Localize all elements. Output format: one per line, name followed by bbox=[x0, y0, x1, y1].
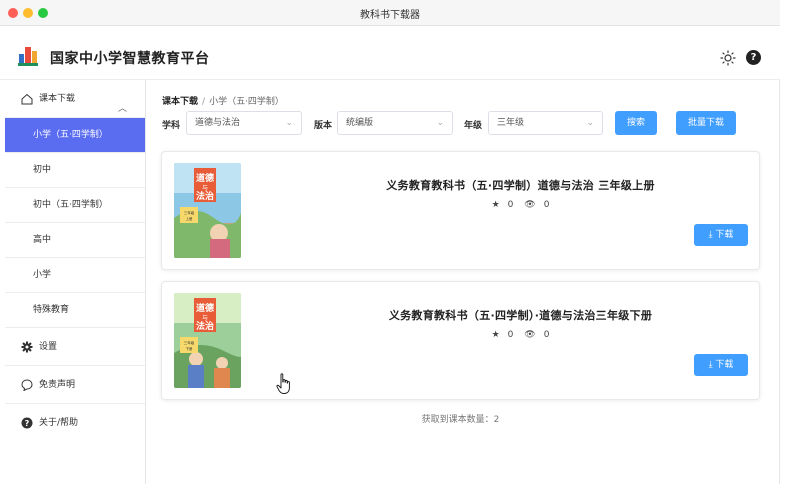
star-icon: ★ bbox=[491, 200, 500, 210]
svg-text:?: ? bbox=[25, 419, 30, 428]
download-label: 下载 bbox=[715, 230, 734, 240]
sidebar-item-label: 设置 bbox=[39, 342, 58, 352]
book-cover-image: 道德 与 法治 三年级 上册 bbox=[174, 163, 241, 258]
edition-select[interactable]: 统编版 ⌄ bbox=[337, 111, 453, 135]
question-circle-icon: ? bbox=[21, 417, 33, 429]
search-button[interactable]: 搜索 bbox=[615, 111, 657, 135]
book-title: 义务教育教科书（五·四学制）道德与法治 三年级上册 bbox=[386, 179, 655, 192]
subject-label: 学科 bbox=[162, 121, 181, 131]
cover-volume-text: 上册 bbox=[186, 216, 193, 221]
cover-title-text: 与 bbox=[202, 314, 208, 322]
cover-title-text: 法治 bbox=[196, 190, 214, 202]
view-count: 0 bbox=[543, 330, 550, 340]
help-icon[interactable]: ? bbox=[746, 50, 761, 65]
star-count: 0 bbox=[507, 200, 514, 210]
download-label: 下载 bbox=[715, 360, 734, 370]
breadcrumb: 课本下载 / 小学（五·四学制） bbox=[162, 94, 284, 107]
sidebar-item-label: 关于/帮助 bbox=[39, 418, 79, 428]
subject-select[interactable]: 道德与法治 ⌄ bbox=[186, 111, 302, 135]
hand-cursor-icon bbox=[276, 373, 290, 394]
sidebar-item-label: 小学（五·四学制） bbox=[33, 130, 108, 140]
book-stats: ★ 0 👁 0 bbox=[282, 330, 759, 340]
download-button[interactable]: ⤓ 下载 bbox=[694, 224, 748, 246]
title-bar: 教科书下载器 bbox=[0, 0, 780, 26]
logo-icon bbox=[18, 47, 38, 66]
sidebar-item-label: 初中 bbox=[33, 165, 52, 175]
app-title: 国家中小学智慧教育平台 bbox=[50, 51, 210, 67]
breadcrumb-separator: / bbox=[202, 97, 206, 107]
sidebar-item-label: 高中 bbox=[33, 235, 52, 245]
sidebar-item-about-help[interactable]: ? 关于/帮助 bbox=[5, 404, 145, 442]
cover-title-text: 与 bbox=[202, 184, 208, 192]
chevron-down-icon: ⌄ bbox=[586, 118, 594, 128]
grade-label: 年级 bbox=[464, 121, 483, 131]
cover-title-text: 法治 bbox=[196, 320, 214, 332]
sidebar-item-junior-54[interactable]: 初中（五·四学制） bbox=[5, 188, 145, 223]
grade-select-value: 三年级 bbox=[497, 118, 525, 128]
chevron-down-icon: ⌄ bbox=[436, 118, 444, 128]
star-count: 0 bbox=[507, 330, 514, 340]
breadcrumb-root[interactable]: 课本下载 bbox=[162, 97, 198, 107]
book-count-text: 获取到课本数量：2 bbox=[421, 415, 500, 425]
book-cover-image: 道德 与 法治 三年级 下册 bbox=[174, 293, 241, 388]
sidebar-item-disclaimer[interactable]: 免责声明 bbox=[5, 366, 145, 404]
cover-title-text: 道德 bbox=[196, 302, 214, 314]
batch-download-button[interactable]: 批量下载 bbox=[676, 111, 736, 135]
chat-bubble-icon bbox=[21, 379, 33, 391]
sidebar: 课本下载 ︿ 小学（五·四学制） 初中 初中（五·四学制） 高中 小学 特殊教育 bbox=[5, 80, 146, 484]
eye-icon: 👁 bbox=[524, 200, 536, 210]
sidebar-item-primary[interactable]: 小学 bbox=[5, 258, 145, 293]
gear-icon bbox=[21, 341, 33, 353]
download-button[interactable]: ⤓ 下载 bbox=[694, 354, 748, 376]
sidebar-item-label: 初中（五·四学制） bbox=[33, 200, 108, 210]
cover-grade-text: 三年级 bbox=[184, 340, 195, 345]
subject-select-value: 道德与法治 bbox=[195, 118, 241, 128]
sidebar-item-junior[interactable]: 初中 bbox=[5, 153, 145, 188]
sidebar-item-senior[interactable]: 高中 bbox=[5, 223, 145, 258]
sidebar-item-label: 特殊教育 bbox=[33, 305, 70, 315]
app-window: 教科书下载器 国家中小学智慧教育平台 ? 课本下载 ︿ 小学（五·四学制） 初中… bbox=[0, 0, 780, 484]
cover-volume-text: 下册 bbox=[186, 347, 193, 351]
view-count: 0 bbox=[543, 200, 550, 210]
breadcrumb-current: 小学（五·四学制） bbox=[209, 97, 284, 107]
cover-grade-text: 三年级 bbox=[184, 210, 195, 215]
sun-icon[interactable] bbox=[720, 50, 736, 66]
eye-icon: 👁 bbox=[524, 330, 536, 340]
book-stats: ★ 0 👁 0 bbox=[282, 200, 759, 210]
app-header: 国家中小学智慧教育平台 ? bbox=[0, 26, 780, 80]
sidebar-group-label: 课本下载 bbox=[39, 94, 76, 104]
sidebar-item-special-education[interactable]: 特殊教育 bbox=[5, 293, 145, 328]
edition-select-value: 统编版 bbox=[346, 118, 374, 128]
book-card: 道德 与 法治 三年级 下册 义务教育教科书（五·四学制）·道德与法治三年级下册… bbox=[161, 281, 760, 400]
window-title: 教科书下载器 bbox=[360, 10, 420, 21]
star-icon: ★ bbox=[491, 330, 500, 340]
edition-label: 版本 bbox=[314, 121, 333, 131]
cover-title-text: 道德 bbox=[196, 172, 214, 184]
sidebar-item-label: 免责声明 bbox=[39, 380, 76, 390]
book-title: 义务教育教科书（五·四学制）·道德与法治三年级下册 bbox=[388, 309, 653, 322]
sidebar-item-label: 小学 bbox=[33, 270, 52, 280]
sidebar-item-settings[interactable]: 设置 bbox=[5, 328, 145, 366]
grade-select[interactable]: 三年级 ⌄ bbox=[488, 111, 603, 135]
chevron-down-icon: ⌄ bbox=[285, 118, 293, 128]
home-icon bbox=[21, 93, 33, 105]
book-card: 道德 与 法治 三年级 上册 义务教育教科书（五·四学制）道德与法治 三年级上册… bbox=[161, 151, 760, 270]
sidebar-group-textbook-download[interactable]: 课本下载 ︿ bbox=[5, 80, 145, 118]
sidebar-item-primary-54[interactable]: 小学（五·四学制） bbox=[5, 118, 145, 153]
